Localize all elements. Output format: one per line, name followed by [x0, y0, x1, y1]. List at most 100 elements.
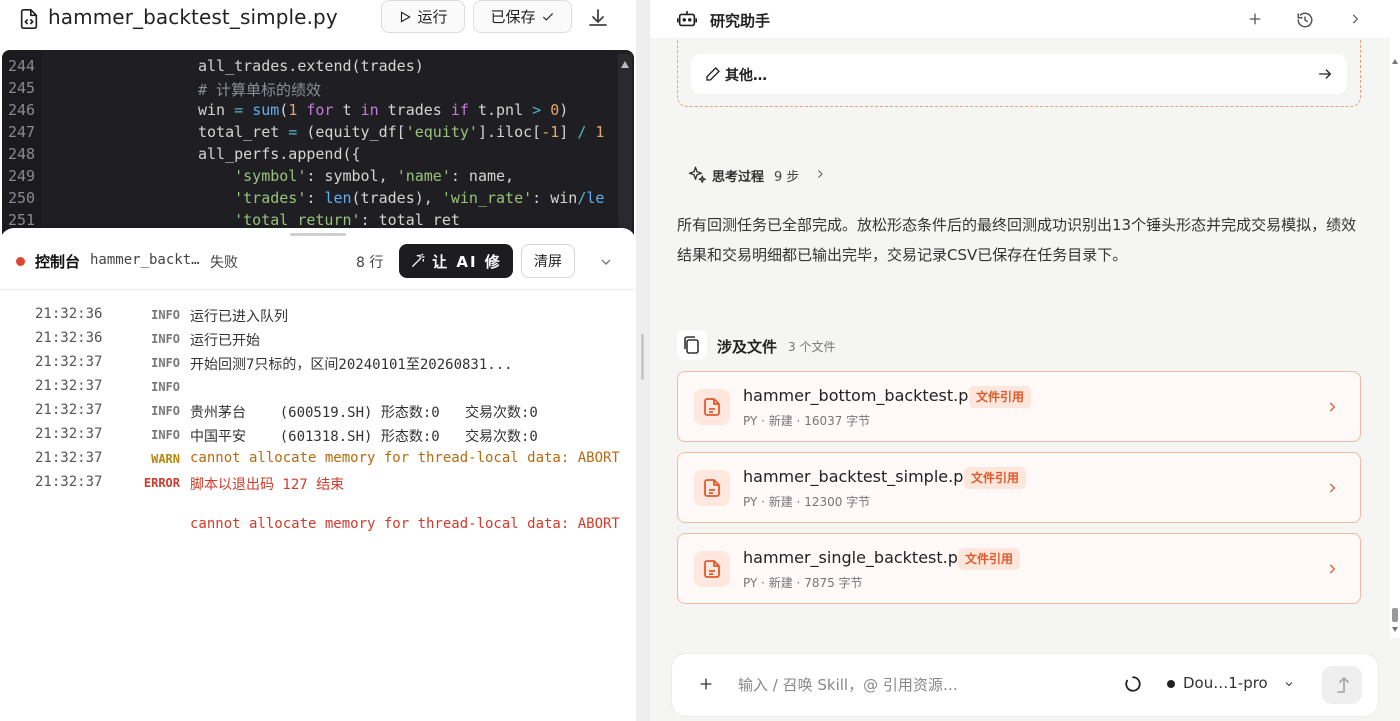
- log-time: 21:32:37: [35, 378, 103, 394]
- code-token: trades: [378, 101, 451, 119]
- chevron-down-icon[interactable]: [1283, 677, 1295, 691]
- code-token: =: [225, 101, 253, 119]
- line-number: 249: [8, 167, 36, 185]
- other-option[interactable]: 其他…: [691, 54, 1347, 94]
- code-editor[interactable]: 244 245 246 247 248 249 250 251 all_trades.exte…: [2, 50, 634, 240]
- log-level: INFO: [151, 332, 180, 346]
- code-token: :: [306, 189, 325, 207]
- code-token: ]: [559, 123, 578, 141]
- log-level: INFO: [151, 428, 180, 442]
- code-token: /: [577, 189, 587, 207]
- collapse-panel-icon[interactable]: [1348, 11, 1362, 27]
- chevron-down-icon[interactable]: [598, 254, 614, 270]
- file-card[interactable]: hammer_single_backtest.py 文件引用 PY · 新建 · 7…: [677, 533, 1361, 604]
- code-token: 'total_return': [234, 211, 361, 229]
- log-message: cannot allocate memory for thread-local …: [190, 450, 620, 466]
- file-icon: [694, 389, 730, 425]
- run-label: 运行: [417, 8, 448, 26]
- file-reference-badge: 文件引用: [958, 548, 1021, 570]
- file-card[interactable]: hammer_backtest_simple.py 文件引用 PY · 新建 · 1…: [677, 452, 1361, 523]
- file-icon: [694, 551, 730, 587]
- code-line: win = sum(1 for t in trades if t.pnl > 0…: [198, 101, 568, 119]
- log-message: 中国平安 (601318.SH) 形态数:0 交易次数:0: [190, 429, 538, 445]
- log-level: INFO: [151, 308, 180, 322]
- log-message: 开始回测7只标的，区间20240101至20260831...: [190, 357, 513, 373]
- magic-wand-icon: [412, 253, 425, 267]
- log-time: 21:32:37: [35, 450, 103, 466]
- file-reference-badge: 文件引用: [969, 386, 1032, 408]
- divider-handle[interactable]: [641, 334, 644, 380]
- code-line: 'symbol': symbol, 'name': name,: [198, 167, 514, 185]
- status-dot: [16, 257, 25, 266]
- code-token: : total_ret: [360, 211, 460, 229]
- code-token: t.pnl: [468, 101, 533, 119]
- resize-grip[interactable]: [290, 233, 346, 236]
- chevron-right-icon: [1329, 402, 1336, 412]
- file-card[interactable]: hammer_bottom_backtest.py 文件引用 PY · 新建 · 1…: [677, 371, 1361, 442]
- files-icon: [677, 330, 707, 360]
- saved-label: 已保存: [490, 8, 536, 26]
- play-icon: [401, 10, 412, 23]
- pencil-icon: [706, 67, 720, 81]
- log-time: 21:32:36: [35, 330, 103, 346]
- code-line: all_trades.extend(trades): [198, 57, 424, 75]
- code-token: win: [198, 101, 226, 119]
- file-name: hammer_single_backtest.py: [743, 548, 968, 567]
- log-message: 脚本以退出码 127 结束: [190, 477, 345, 493]
- log-level: INFO: [151, 404, 180, 418]
- code-token: 'symbol': [234, 167, 307, 185]
- code-token: 'name': [396, 167, 451, 185]
- file-name: hammer_backtest_simple.py: [743, 467, 973, 486]
- assistant-pane: 研究助手 其他… 思考过程 9 步 所有回测任务已全部完成。放松形态条件后的最终…: [650, 0, 1400, 721]
- code-token: (trades),: [351, 189, 442, 207]
- file-meta: PY · 新建 · 7875 字节: [743, 576, 863, 590]
- editor-pane: hammer_backtest_simple.py 运行 已保存 244 245 2…: [0, 0, 636, 721]
- files-title: 涉及文件: [717, 338, 778, 356]
- code-token: >: [532, 101, 542, 119]
- file-title: hammer_backtest_simple.py: [48, 5, 338, 29]
- file-icon: [694, 470, 730, 506]
- history-icon[interactable]: [1296, 11, 1314, 29]
- log-time: 21:32:37: [35, 354, 103, 370]
- new-chat-icon[interactable]: [1247, 11, 1263, 27]
- code-token: if: [450, 101, 469, 119]
- code-token: /: [577, 123, 587, 141]
- log-message: 运行已进入队列: [190, 309, 288, 325]
- model-selector[interactable]: Dou…1-pro: [1183, 674, 1268, 692]
- code-token: 'equity': [405, 123, 478, 141]
- download-icon[interactable]: [586, 6, 610, 30]
- send-arrow-icon: [1337, 676, 1349, 693]
- editor-scrollbar[interactable]: [618, 54, 632, 234]
- code-token: 1: [586, 123, 605, 141]
- send-button[interactable]: [1322, 666, 1362, 704]
- code-token: 1: [288, 101, 298, 119]
- log-time: 21:32:37: [35, 426, 103, 442]
- file-meta: PY · 新建 · 12300 字节: [743, 495, 871, 509]
- code-line: all_perfs.append({: [198, 145, 361, 163]
- error-detail: cannot allocate memory for thread-local …: [190, 516, 620, 532]
- loading-spinner-icon: [1125, 676, 1141, 692]
- code-line: # 计算单标的绩效: [198, 79, 321, 100]
- ai-fix-label: 让 AI 修: [432, 252, 502, 271]
- log-time: 21:32:37: [35, 474, 103, 490]
- code-token: : name,: [450, 167, 515, 185]
- ai-fix-button[interactable]: 让 AI 修: [399, 244, 513, 278]
- code-token: 0: [550, 101, 560, 119]
- add-attachment-icon[interactable]: [698, 676, 714, 692]
- log-time: 21:32:37: [35, 402, 103, 418]
- line-number: 244: [8, 57, 36, 75]
- console-title: 控制台: [35, 253, 81, 271]
- log-message: 运行已开始: [190, 333, 260, 349]
- clear-button[interactable]: 清屏: [521, 244, 575, 278]
- message-input[interactable]: [738, 673, 1088, 697]
- console-file-name: hammer_backt…: [90, 252, 200, 268]
- chat-scrollbar[interactable]: [1390, 38, 1400, 638]
- code-token: all_perfs.append({: [198, 145, 361, 163]
- saved-button[interactable]: 已保存: [473, 0, 572, 33]
- run-button[interactable]: 运行: [381, 0, 465, 33]
- assistant-header: 研究助手: [650, 0, 1400, 38]
- code-token: (equity_df[: [306, 123, 406, 141]
